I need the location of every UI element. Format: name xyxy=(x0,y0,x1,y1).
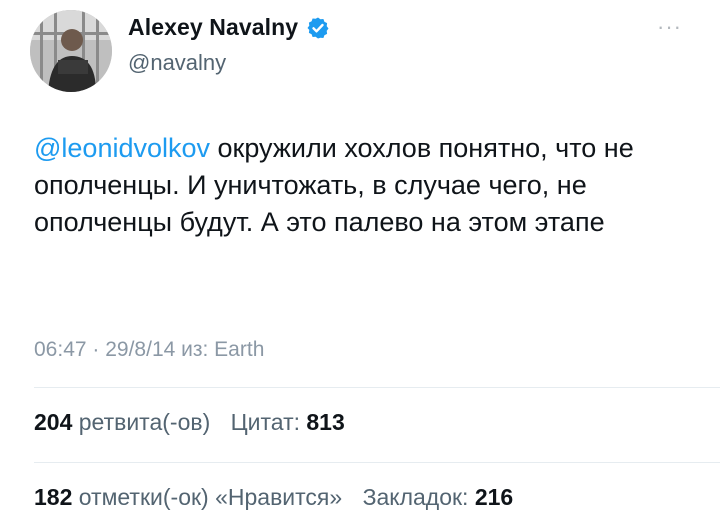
tweet-text: @leonidvolkov окружили хохлов понятно, ч… xyxy=(34,130,694,241)
stats-row-likes: 182 отметки(-ок) «Нравится» Закладок: 21… xyxy=(34,484,527,511)
author-name-row[interactable]: Alexey Navalny xyxy=(128,14,330,41)
likes-count: 182 xyxy=(34,484,73,510)
mention-link[interactable]: @leonidvolkov xyxy=(34,133,210,163)
divider xyxy=(34,387,720,388)
retweets-label: ретвита(-ов) xyxy=(78,409,211,435)
tweet-source: из: Earth xyxy=(175,338,265,361)
bookmarks-label: Закладок: xyxy=(362,484,469,510)
author-handle[interactable]: @navalny xyxy=(128,50,226,76)
bookmarks-stat[interactable]: Закладок: 216 xyxy=(363,484,514,510)
divider xyxy=(34,462,720,463)
more-options-icon[interactable]: ··· xyxy=(657,16,682,38)
stats-row-retweets: 204 ретвита(-ов) Цитат: 813 xyxy=(34,409,359,436)
likes-stat[interactable]: 182 отметки(-ок) «Нравится» xyxy=(34,484,342,510)
tweet-time[interactable]: 06:47 xyxy=(34,338,87,361)
quotes-count: 813 xyxy=(306,409,345,435)
likes-label: отметки(-ок) «Нравится» xyxy=(78,484,343,510)
avatar[interactable] xyxy=(30,10,112,92)
quotes-label: Цитат: xyxy=(230,409,300,435)
verified-badge-icon xyxy=(306,16,330,40)
retweets-count: 204 xyxy=(34,409,73,435)
tweet-date[interactable]: 29/8/14 xyxy=(105,338,175,361)
quotes-stat[interactable]: Цитат: 813 xyxy=(231,409,345,435)
author-display-name[interactable]: Alexey Navalny xyxy=(128,14,298,41)
meta-separator: · xyxy=(86,338,106,361)
retweets-stat[interactable]: 204 ретвита(-ов) xyxy=(34,409,210,435)
tweet-meta: 06:47 · 29/8/14 из: Earth xyxy=(34,338,264,362)
tweet-card: Alexey Navalny @navalny ··· @leonidvolko… xyxy=(0,0,720,530)
bookmarks-count: 216 xyxy=(474,484,514,510)
